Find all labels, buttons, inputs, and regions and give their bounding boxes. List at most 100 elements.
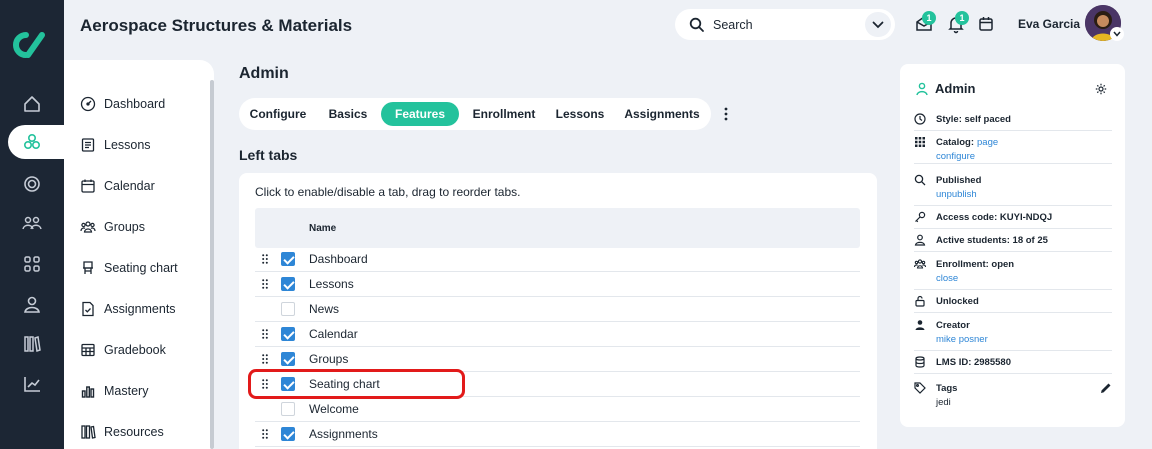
drag-handle-icon[interactable] [262,329,268,339]
sidebar-item-label: Lessons [104,138,151,152]
user-menu-dropdown[interactable] [1110,27,1124,41]
key-icon [915,211,926,223]
tab-lessons[interactable]: Lessons [549,102,611,126]
search-input[interactable]: Search [713,18,753,32]
tab-features[interactable]: Features [381,102,459,126]
dashboard-icon [80,96,96,112]
style-text: Style: self paced [936,114,1011,125]
active-students-text: Active students: 18 of 25 [936,235,1048,246]
table-row[interactable]: News [255,297,860,322]
sidebar-item-calendar[interactable]: Calendar [80,175,155,197]
tags-label: Tags [936,383,958,394]
row-label: Welcome [309,402,359,416]
unlock-icon [915,295,925,307]
row-label: Groups [309,352,349,366]
creator-label: Creator [936,320,970,331]
courses-icon[interactable] [21,131,43,153]
access-code-row: Access code: KUYI-NDQJ [914,211,1112,229]
admin-icon [916,82,928,96]
sidebar-item-dashboard[interactable]: Dashboard [80,93,165,115]
row-label: Assignments [309,427,378,441]
gradebook-icon [81,343,95,357]
drag-handle-icon[interactable] [262,429,268,439]
apps-grid-icon[interactable] [21,253,43,275]
search-bar[interactable]: Search [675,9,895,40]
seating-chart-icon [83,261,93,274]
assignments-icon [82,301,94,317]
table-row[interactable]: Assignments [255,422,860,447]
left-tabs-card: Click to enable/disable a tab, drag to r… [239,173,877,449]
tab-checkbox[interactable] [281,252,295,266]
groups-icon [80,221,96,233]
search-icon [689,17,704,32]
analytics-icon[interactable] [21,373,43,395]
home-icon[interactable] [21,93,43,115]
column-header-name: Name [309,223,337,234]
row-label: Calendar [309,327,358,341]
drag-handle-icon[interactable] [262,354,268,364]
database-icon [915,356,925,368]
catalog-configure-link[interactable]: configure [936,150,975,164]
table-row[interactable]: Welcome [255,397,860,422]
tags-row: Tags jedi [914,382,1112,412]
page-title: Admin [239,65,289,82]
unpublish-link[interactable]: unpublish [936,188,977,202]
highlight-box [248,369,465,399]
catalog-page-link[interactable]: page [977,136,998,150]
library-icon[interactable] [21,333,43,355]
tab-checkbox[interactable] [281,327,295,341]
panel-title: Admin [935,81,976,96]
calendar-icon[interactable] [976,14,996,34]
tab-checkbox[interactable] [281,427,295,441]
sidebar-item-resources[interactable]: Resources [80,421,164,443]
table-row[interactable]: Calendar [255,322,860,347]
sidebar-item-seating-chart[interactable]: Seating chart [80,257,178,279]
person-icon [915,320,925,330]
sidebar-item-assignments[interactable]: Assignments [80,298,176,320]
table-row[interactable]: Dashboard [255,247,860,272]
creator-row: Creator mike posner [914,319,1112,351]
pencil-icon[interactable] [1100,382,1112,394]
tab-checkbox[interactable] [281,277,295,291]
sidebar-item-lessons[interactable]: Lessons [80,134,151,156]
user-name[interactable]: Eva Garcia [1018,17,1080,31]
sidebar-scrollbar[interactable] [210,80,214,449]
tag-value: jedi [936,397,951,408]
more-tabs-icon[interactable] [721,106,731,122]
sidebar-item-gradebook[interactable]: Gradebook [80,339,166,361]
sidebar-item-label: Assignments [104,302,176,316]
enrollment-row: Enrollment: open close [914,258,1112,290]
sidebar-item-groups[interactable]: Groups [80,216,145,238]
lms-id-text: LMS ID: 2985580 [936,357,1011,368]
resources-icon [81,425,96,439]
table-row[interactable]: Lessons [255,272,860,297]
drag-handle-icon[interactable] [262,254,268,264]
sidebar-item-label: Calendar [104,179,155,193]
tab-checkbox[interactable] [281,352,295,366]
logo-icon[interactable] [12,31,52,59]
tab-assignments[interactable]: Assignments [617,102,707,126]
drag-handle-icon[interactable] [262,279,268,289]
chevron-down-icon [872,21,884,28]
tab-enrollment[interactable]: Enrollment [465,102,543,126]
target-icon[interactable] [21,173,43,195]
row-label: Dashboard [309,252,368,266]
table-header: Name [255,208,860,248]
person-icon [914,234,926,246]
profile-icon[interactable] [21,293,43,315]
published-label: Published [936,175,982,186]
creator-link[interactable]: mike posner [936,333,988,347]
gear-icon[interactable] [1095,83,1107,95]
tab-basics[interactable]: Basics [319,102,377,126]
tab-configure[interactable]: Configure [243,102,313,126]
catalog-row: Catalog: page configure [914,136,1112,164]
people-icon[interactable] [21,212,43,234]
tab-checkbox[interactable] [281,302,295,316]
search-dropdown-button[interactable] [865,12,891,37]
sidebar-item-mastery[interactable]: Mastery [80,380,148,402]
sidebar-item-label: Groups [104,220,145,234]
tab-checkbox[interactable] [281,402,295,416]
enrollment-close-link[interactable]: close [936,272,958,286]
tag-icon [914,382,926,394]
section-title: Left tabs [239,147,298,163]
